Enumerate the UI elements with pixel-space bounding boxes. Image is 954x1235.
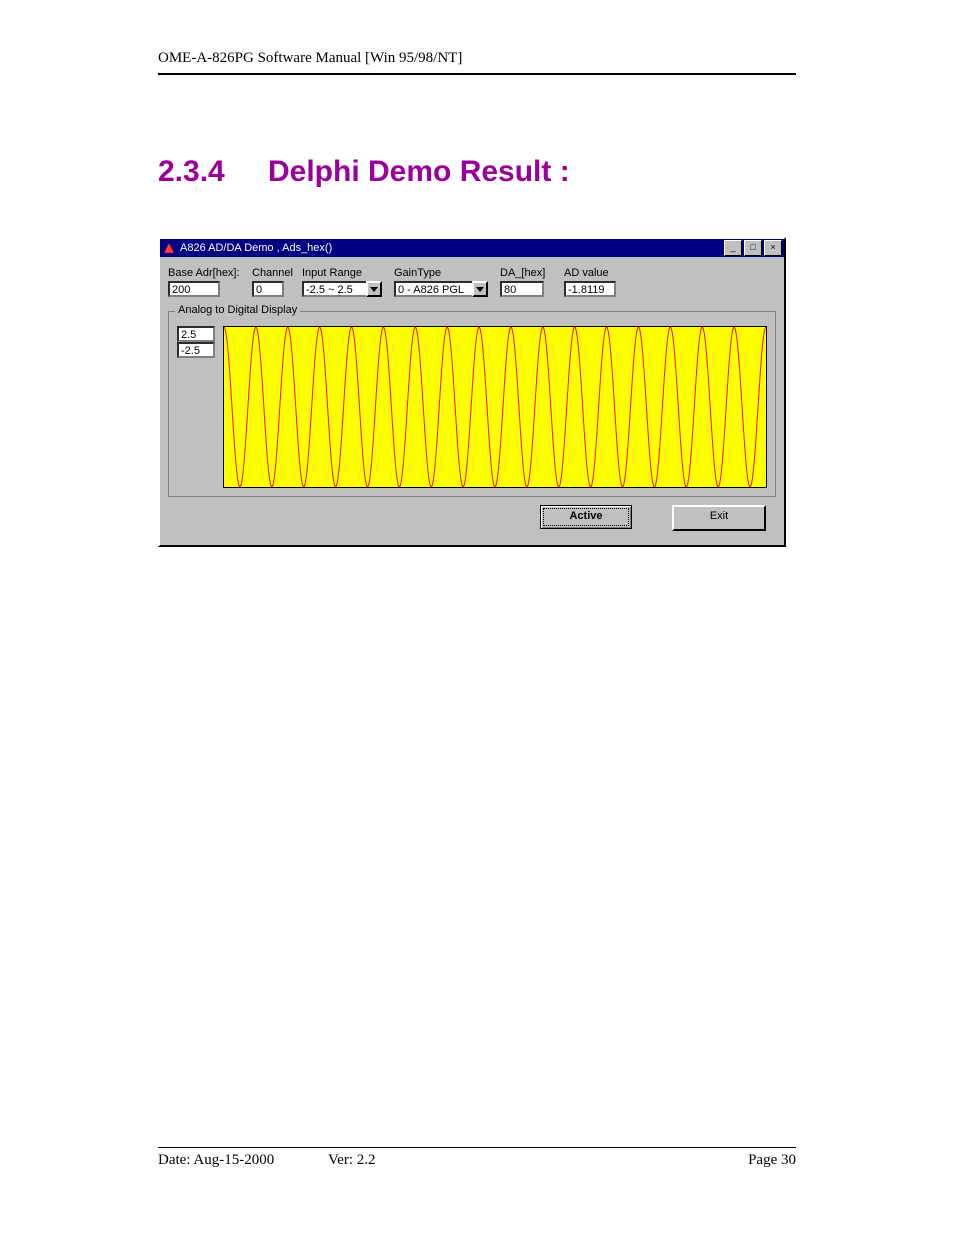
axis-min: -2.5 bbox=[177, 342, 215, 358]
input-range-value: -2.5 ~ 2.5 bbox=[302, 281, 366, 297]
input-range-combo[interactable]: -2.5 ~ 2.5 bbox=[302, 281, 388, 297]
input-range-label: Input Range bbox=[302, 267, 388, 279]
base-adr-label: Base Adr[hex]: bbox=[168, 267, 246, 279]
gain-type-value: 0 - A826 PGL bbox=[394, 281, 472, 297]
demo-window: A826 AD/DA Demo , Ads_hex() _ □ × Base A… bbox=[158, 237, 786, 547]
ad-value-output: -1.8119 bbox=[564, 281, 616, 297]
minimize-button[interactable]: _ bbox=[724, 240, 742, 256]
close-button[interactable]: × bbox=[764, 240, 782, 256]
chevron-down-icon[interactable] bbox=[366, 281, 382, 297]
active-button[interactable]: Active bbox=[540, 505, 632, 529]
da-hex-input[interactable]: 80 bbox=[500, 281, 544, 297]
ad-value-label: AD value bbox=[564, 267, 624, 279]
section-title-text: Delphi Demo Result : bbox=[268, 155, 570, 188]
channel-input[interactable]: 0 bbox=[252, 281, 284, 297]
title-bar[interactable]: A826 AD/DA Demo , Ads_hex() _ □ × bbox=[160, 239, 784, 257]
gain-type-label: GainType bbox=[394, 267, 494, 279]
group-legend: Analog to Digital Display bbox=[175, 304, 300, 316]
page-header: OME-A-826PG Software Manual [Win 95/98/N… bbox=[158, 50, 796, 75]
maximize-button[interactable]: □ bbox=[744, 240, 762, 256]
footer-version: Ver: 2.2 bbox=[328, 1152, 748, 1169]
ad-display-group: Analog to Digital Display 2.5 -2.5 bbox=[168, 311, 776, 497]
window-title: A826 AD/DA Demo , Ads_hex() bbox=[180, 242, 722, 254]
footer-page: Page 30 bbox=[748, 1152, 796, 1169]
da-hex-label: DA_[hex] bbox=[500, 267, 558, 279]
chevron-down-icon[interactable] bbox=[472, 281, 488, 297]
base-adr-input[interactable]: 200 bbox=[168, 281, 220, 297]
footer-date: Date: Aug-15-2000 bbox=[158, 1152, 328, 1169]
gain-type-combo[interactable]: 0 - A826 PGL bbox=[394, 281, 494, 297]
waveform-plot bbox=[223, 326, 767, 488]
axis-max: 2.5 bbox=[177, 326, 215, 342]
page-footer: Date: Aug-15-2000 Ver: 2.2 Page 30 bbox=[158, 1147, 796, 1169]
app-icon bbox=[162, 241, 176, 255]
section-heading: 2.3.4Delphi Demo Result : bbox=[158, 155, 796, 189]
section-number: 2.3.4 bbox=[158, 155, 268, 189]
channel-label: Channel bbox=[252, 267, 296, 279]
exit-button[interactable]: Exit bbox=[672, 505, 766, 531]
